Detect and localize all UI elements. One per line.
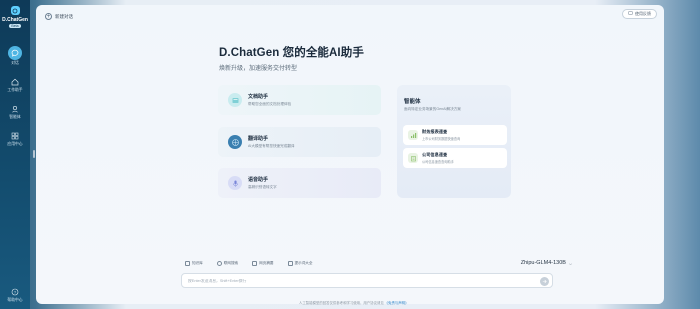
chat-input[interactable] <box>188 278 518 283</box>
sidebar-item-label: 工作助手 <box>7 88 23 92</box>
globe-icon <box>216 261 222 266</box>
chevron-down-icon: ⌵ <box>568 260 572 266</box>
sidebar-item-label: 智能体 <box>9 115 21 119</box>
sidebar: D.ChatGen Beta 对话 工作助手 智能体 应用中心 ? 帮助中心 <box>0 0 30 309</box>
assistant-title: 文档助手 <box>248 94 269 100</box>
grid-icon <box>10 130 21 141</box>
feedback-button[interactable]: 使用反馈 <box>622 9 657 19</box>
agent-card-finance[interactable]: 财务报表速查 上市公司财务数据快速查询 <box>403 125 507 145</box>
disclaimer-text: 人工智能模型的回答仅供参考和学习使用，用户协议请见 <box>299 301 384 305</box>
sidebar-item-chat[interactable]: 对话 <box>0 46 30 66</box>
tool-web-summary[interactable]: 网页摘要 <box>252 261 274 266</box>
tool-prompt-library[interactable]: 提示词大全 <box>287 261 313 266</box>
help-icon: ? <box>10 286 21 297</box>
webpage-icon <box>252 261 258 266</box>
chat-input-box <box>181 273 553 288</box>
sidebar-item-label: 帮助中心 <box>7 298 23 302</box>
tool-web-search[interactable]: 联网搜索 <box>216 261 239 266</box>
brand-name: D.ChatGen <box>2 17 28 23</box>
assistant-card-translate[interactable]: 翻译助手 AI大模型有帮您快速完成翻译 <box>218 127 381 157</box>
new-chat-button[interactable]: + 新建对话 <box>45 13 73 20</box>
assistant-desc: 帮助您全面的文档处理体验 <box>248 102 292 106</box>
tool-knowledge-base[interactable]: 知识库 <box>185 261 203 266</box>
feedback-icon <box>628 11 633 17</box>
input-toolbar: 知识库 联网搜索 网页摘要 提示词大全 <box>185 261 313 266</box>
agents-panel: 智能体 面向特定业务场景的GenAI解决方案 财务报表速查 上市公司财务数据快速… <box>397 85 511 198</box>
microphone-icon <box>228 176 242 190</box>
feedback-label: 使用反馈 <box>635 11 651 16</box>
brand[interactable]: D.ChatGen Beta <box>0 6 30 28</box>
sidebar-item-apps[interactable]: 应用中心 <box>0 130 30 147</box>
model-name: Zhipu-GLM4-130B <box>520 260 566 266</box>
send-button[interactable] <box>540 277 549 286</box>
sidebar-item-workbench[interactable]: 工作助手 <box>0 76 30 93</box>
agent-title: 公司信息速查 <box>422 152 448 157</box>
robot-icon <box>10 103 21 114</box>
tool-label: 知识库 <box>192 261 203 265</box>
assistant-desc: 高精识别语转文字 <box>248 185 277 189</box>
disclaimer: 人工智能模型的回答仅供参考和学习使用，用户协议请见 《免责与声明》 <box>299 300 408 305</box>
sidebar-item-help[interactable]: ? 帮助中心 <box>0 286 30 303</box>
sidebar-item-agents[interactable]: 智能体 <box>0 103 30 120</box>
translate-icon <box>228 135 242 149</box>
svg-text:?: ? <box>14 289 17 294</box>
page-title: D.ChatGen 您的全能AI助手 <box>219 47 364 59</box>
agent-title: 财务报表速查 <box>422 129 448 134</box>
disclaimer-link[interactable]: 《免责与声明》 <box>385 301 409 305</box>
agents-title: 智能体 <box>404 99 421 105</box>
page-subtitle: 焕新升级，加速服务交付转型 <box>219 66 298 72</box>
company-icon <box>408 153 418 163</box>
sidebar-collapse-handle[interactable] <box>33 150 35 158</box>
assistant-desc: AI大模型有帮您快速完成翻译 <box>248 144 295 148</box>
send-icon <box>542 279 547 284</box>
assistant-title: 语音助手 <box>248 177 269 183</box>
tool-label: 提示词大全 <box>294 261 313 265</box>
main-panel: + 新建对话 使用反馈 D.ChatGen 您的全能AI助手 焕新升级，加速服务… <box>36 5 664 305</box>
tool-label: 网页摘要 <box>259 261 274 265</box>
home-icon <box>10 76 21 87</box>
assistant-card-document[interactable]: 文档助手 帮助您全面的文档处理体验 <box>218 85 381 115</box>
tool-label: 联网搜索 <box>223 261 239 265</box>
agent-card-company[interactable]: 公司信息速查 公司信息速查查询助手 <box>403 148 507 168</box>
new-chat-label: 新建对话 <box>55 13 73 19</box>
agent-desc: 上市公司财务数据快速查询 <box>422 137 461 141</box>
prompt-icon <box>287 261 293 266</box>
book-icon <box>185 261 190 266</box>
chat-bubble-icon <box>8 46 22 60</box>
document-icon <box>228 93 242 107</box>
beta-badge: Beta <box>9 24 21 28</box>
agent-desc: 公司信息速查查询助手 <box>422 160 454 164</box>
sidebar-item-label: 应用中心 <box>7 142 23 146</box>
plus-icon: + <box>45 13 52 20</box>
sidebar-item-label: 对话 <box>11 61 19 65</box>
assistant-title: 翻译助手 <box>248 136 269 142</box>
assistant-card-voice[interactable]: 语音助手 高精识别语转文字 <box>218 168 381 198</box>
agents-desc: 面向特定业务场景的GenAI解决方案 <box>404 107 461 111</box>
brand-logo-icon <box>10 6 20 15</box>
model-select[interactable]: Zhipu-GLM4-130B ⌵ <box>521 260 572 266</box>
finance-icon <box>408 130 418 140</box>
